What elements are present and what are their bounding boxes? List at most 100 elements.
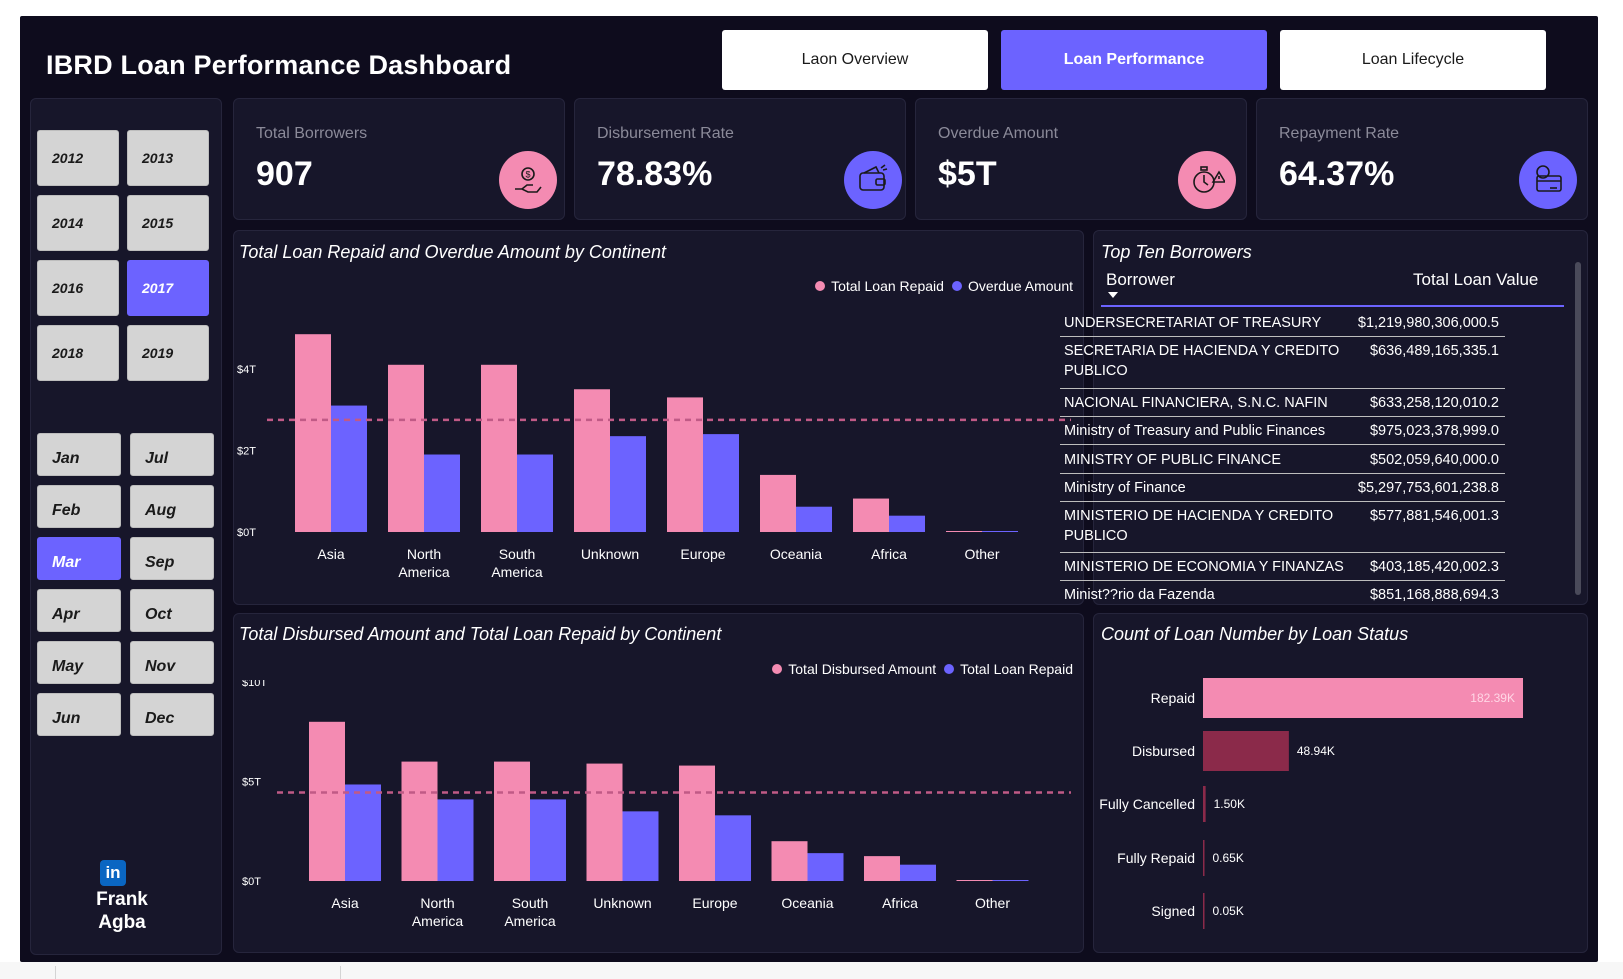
month-button-aug[interactable]: Aug [130,485,214,528]
bar-total-loan-repaid[interactable] [900,864,936,881]
chart-title: Count of Loan Number by Loan Status [1101,624,1409,644]
year-button-2016[interactable]: 2016 [37,260,119,316]
bar-overdue-amount[interactable] [982,531,1018,532]
table-row[interactable]: Minist??rio da Fazenda $851,168,888,694.3 [1060,581,1505,603]
bar-overdue-amount[interactable] [796,506,832,532]
borrower-name: NACIONAL FINANCIERA, S.N.C. NAFIN [1064,395,1328,411]
bar-overdue-amount[interactable] [424,454,460,532]
month-button-jan[interactable]: Jan [37,433,121,476]
y-category-label: Signed [1151,903,1195,919]
bar-overdue-amount[interactable] [331,405,367,532]
year-button-2015[interactable]: 2015 [127,195,209,251]
data-label: 48.94K [1297,744,1335,758]
bar-total-loan-repaid[interactable] [481,364,517,532]
bar-total-loan-repaid[interactable] [530,799,566,881]
repayment-card-icon [1519,151,1577,209]
year-button-2014[interactable]: 2014 [37,195,119,251]
legend-swatch [815,281,826,291]
legend-label: Overdue Amount [967,278,1073,294]
bar-total-disbursed-amount[interactable] [679,765,715,881]
table-row[interactable]: Ministry of Treasury and Public Finances… [1060,417,1505,445]
bar-total-loan-repaid[interactable] [388,364,424,532]
svg-text:$: $ [526,170,531,180]
bar-total-loan-repaid[interactable] [622,811,659,881]
bar-total-loan-repaid[interactable] [992,880,1029,881]
bar-overdue-amount[interactable] [610,436,646,532]
bar-overdue-amount[interactable] [889,515,925,532]
nav-loan-performance-button[interactable]: Loan Performance [1001,30,1267,90]
bar-total-disbursed-amount[interactable] [586,763,623,881]
month-button-mar[interactable]: Mar [37,537,121,580]
year-button-2017[interactable]: 2017 [127,260,209,316]
bar-total-disbursed-amount[interactable] [864,856,900,881]
status-bar[interactable] [1203,893,1205,929]
bar-overdue-amount[interactable] [517,454,553,532]
table-row[interactable]: NACIONAL FINANCIERA, S.N.C. NAFIN $633,25… [1060,389,1505,417]
status-bar[interactable] [1203,786,1206,822]
month-button-may[interactable]: May [37,641,121,684]
bar-total-disbursed-amount[interactable] [771,841,808,881]
overdue-clock-icon [1178,151,1236,209]
column-header-borrower[interactable]: Borrower [1106,270,1175,290]
year-button-2019[interactable]: 2019 [127,325,209,381]
status-bar[interactable] [1203,731,1289,771]
x-tick-label: South America [504,895,556,929]
year-button-2012[interactable]: 2012 [37,130,119,186]
month-button-sep[interactable]: Sep [130,537,214,580]
table-row[interactable]: Ministry of Finance $5,297,753,601,238.8 [1060,474,1505,502]
chart-legend: Total Disbursed Amount Total Loan Repaid [772,661,1073,677]
month-button-nov[interactable]: Nov [130,641,214,684]
table-row[interactable]: SECRETARIA DE HACIENDA Y CREDITO PUBLICO… [1060,337,1505,389]
x-tick-label: Europe [680,546,725,562]
x-tick-label: Africa [871,546,907,562]
month-button-oct[interactable]: Oct [130,589,214,632]
bar-total-loan-repaid[interactable] [437,799,474,881]
table-scrollbar[interactable] [1575,262,1581,595]
bar-overdue-amount[interactable] [703,434,739,532]
bar-total-loan-repaid[interactable] [807,853,844,881]
bar-total-disbursed-amount[interactable] [494,761,530,881]
month-button-jun[interactable]: Jun [37,693,121,736]
table-row[interactable]: MINISTERIO DE HACIENDA Y CREDITO PUBLICO… [1060,502,1505,553]
x-tick-label: Oceania [770,546,822,562]
table-row[interactable]: MINISTRY OF PUBLIC FINANCE $502,059,640,0… [1060,446,1505,474]
kpi-label: Disbursement Rate [597,125,734,142]
month-button-apr[interactable]: Apr [37,589,121,632]
chart-loan-status: Repaid 182.39K Disbursed 48.94K Fully Cancel… [1099,678,1523,929]
column-header-total-loan-value[interactable]: Total Loan Value [1413,270,1538,290]
bar-total-loan-repaid[interactable] [760,474,796,532]
month-button-feb[interactable]: Feb [37,485,121,528]
loan-value: $851,168,888,694.3 [1369,587,1499,603]
data-label: 0.65K [1213,851,1244,865]
footer-strip [0,962,1623,979]
bar-total-loan-repaid[interactable] [715,815,751,881]
author-name[interactable]: Frank Agba [92,888,152,934]
nav-loan-overview-button[interactable]: Laon Overview [722,30,988,90]
borrower-name: MINISTERIO DE HACIENDA Y CREDITO PUBLICO [1064,508,1334,544]
bar-total-loan-repaid[interactable] [946,531,982,532]
data-label: 182.39K [1470,691,1515,705]
kpi-label: Overdue Amount [938,125,1059,142]
status-bar[interactable] [1203,840,1205,876]
bar-total-loan-repaid[interactable] [295,334,331,532]
month-button-jul[interactable]: Jul [130,433,214,476]
table-row[interactable]: MINISTERIO DE ECONOMIA Y FINANZAS $403,18… [1060,553,1505,581]
year-button-2013[interactable]: 2013 [127,130,209,186]
legend-swatch [772,664,783,674]
bar-total-loan-repaid[interactable] [853,498,889,532]
sort-descending-icon[interactable] [1108,292,1118,298]
year-button-2018[interactable]: 2018 [37,325,119,381]
table-row[interactable]: UNDERSECRETARIAT OF TREASURY $1,219,980,3… [1060,309,1505,337]
bar-total-loan-repaid[interactable] [574,389,610,532]
wallet-icon [844,151,902,209]
bar-total-disbursed-amount[interactable] [309,721,345,881]
bar-total-loan-repaid[interactable] [345,784,381,881]
bar-total-disbursed-amount[interactable] [401,761,438,881]
kpi-value: 907 [256,155,313,193]
month-button-dec[interactable]: Dec [130,693,214,736]
y-category-label: Repaid [1151,690,1195,706]
nav-loan-lifecycle-button[interactable]: Loan Lifecycle [1280,30,1546,90]
bar-total-disbursed-amount[interactable] [956,880,993,881]
bar-total-loan-repaid[interactable] [667,397,703,532]
linkedin-icon[interactable]: in [100,860,126,886]
